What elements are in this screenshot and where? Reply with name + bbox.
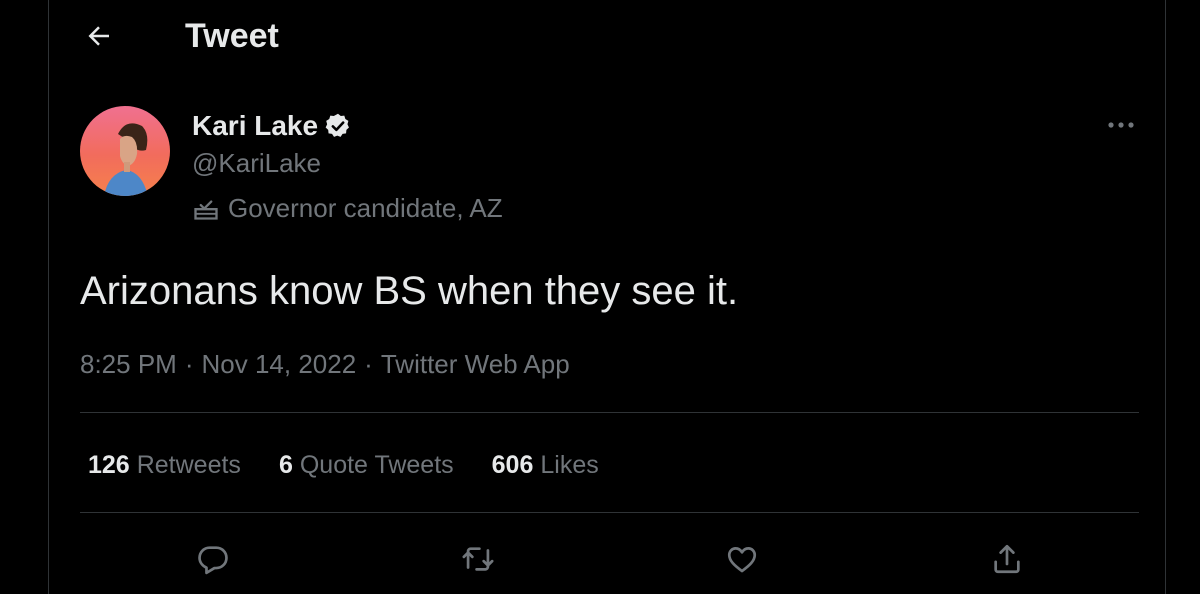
tweet-text: Arizonans know BS when they see it.	[80, 269, 739, 313]
author-display-name[interactable]: Kari Lake	[192, 108, 352, 144]
back-button[interactable]	[79, 16, 119, 56]
divider	[80, 512, 1139, 513]
verified-badge-icon	[324, 112, 352, 140]
tweet-time[interactable]: 8:25 PM	[80, 349, 177, 379]
tweet-date[interactable]: Nov 14, 2022	[202, 349, 357, 379]
retweet-button[interactable]	[455, 536, 501, 582]
tweet-source[interactable]: Twitter Web App	[381, 349, 570, 379]
reply-icon	[198, 546, 228, 575]
author-handle[interactable]: @KariLake	[192, 146, 321, 180]
separator: ·	[364, 349, 373, 379]
quote-tweets-count: 6	[278, 451, 293, 479]
tweet-detail-column: Tweet Kari Lake @KariLake Governor candi…	[48, 0, 1166, 594]
divider	[80, 412, 1139, 413]
likes-stat[interactable]: 606 Likes	[492, 448, 599, 482]
like-icon	[727, 547, 757, 573]
likes-count: 606	[491, 451, 534, 479]
avatar[interactable]	[80, 106, 170, 196]
author-affiliation-label: Governor candidate, AZ	[192, 191, 503, 225]
like-button[interactable]	[719, 536, 765, 582]
retweet-icon	[462, 547, 494, 571]
quote-tweets-label: Quote Tweets	[299, 451, 454, 479]
more-horizontal-icon	[1108, 122, 1134, 128]
author-name-text: Kari Lake	[192, 110, 319, 141]
retweets-label: Retweets	[136, 451, 241, 479]
share-button[interactable]	[984, 536, 1030, 582]
header: Tweet	[49, 0, 1165, 72]
separator: ·	[184, 349, 194, 379]
tweet-actions	[49, 536, 1165, 582]
engagement-stats: 126 Retweets 6 Quote Tweets 606 Likes	[88, 448, 637, 482]
affiliation-text: Governor candidate, AZ	[228, 193, 503, 223]
retweets-stat[interactable]: 126 Retweets	[88, 448, 241, 482]
arrow-left-icon	[88, 26, 109, 46]
share-icon	[994, 544, 1020, 574]
likes-label: Likes	[540, 451, 599, 479]
more-options-button[interactable]	[1101, 108, 1141, 142]
retweets-count: 126	[88, 451, 130, 479]
ballot-box-icon	[192, 193, 222, 223]
quote-tweets-stat[interactable]: 6 Quote Tweets	[279, 448, 454, 482]
page-title: Tweet	[185, 17, 279, 55]
reply-button[interactable]	[190, 536, 236, 582]
tweet-metadata: 8:25 PM · Nov 14, 2022 · Twitter Web App	[80, 346, 570, 382]
